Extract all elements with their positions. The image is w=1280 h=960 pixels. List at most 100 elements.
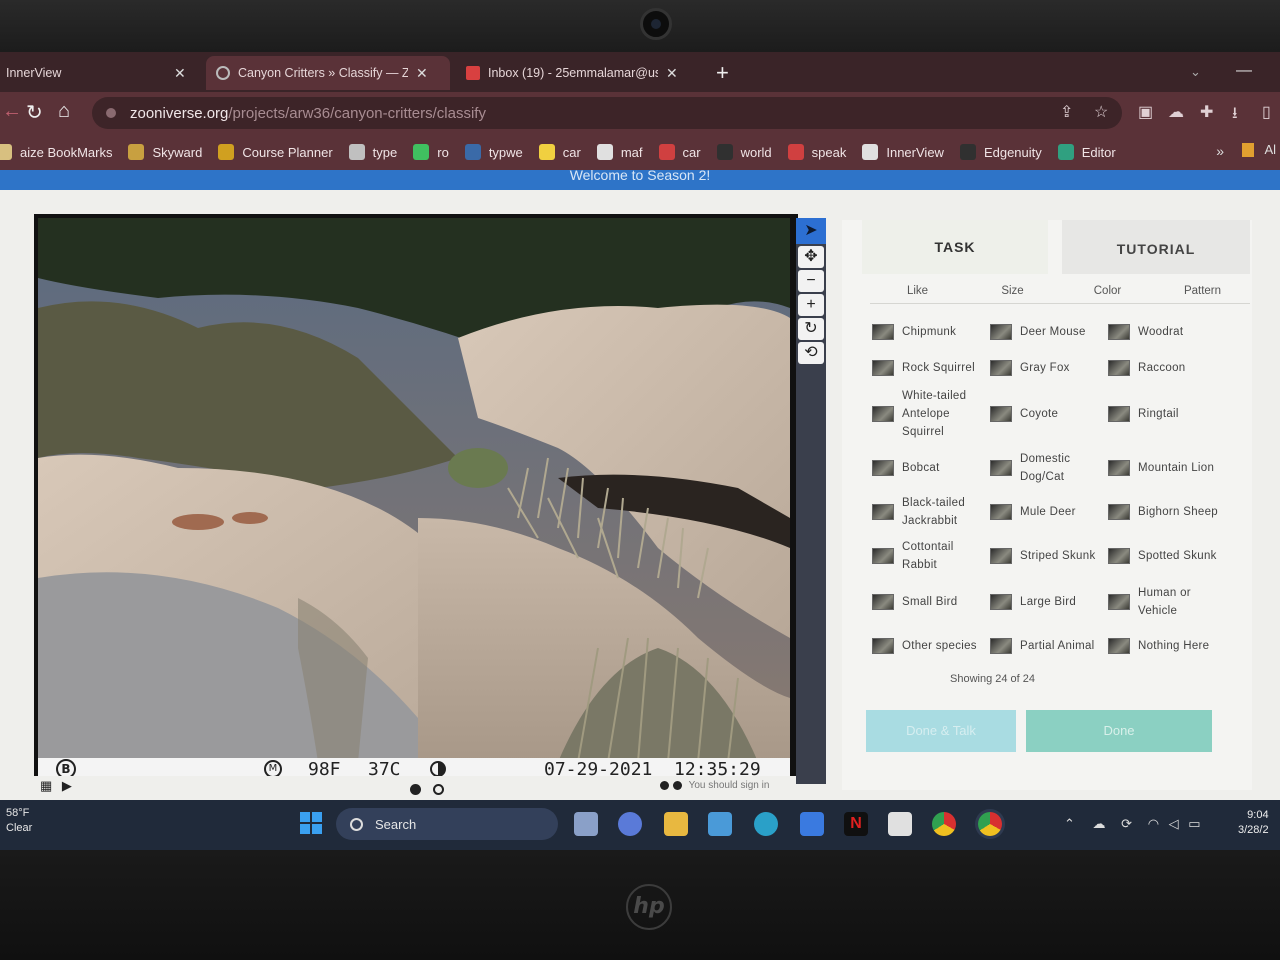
tab-search-icon[interactable]: ⌄ xyxy=(1190,64,1201,80)
address-bar[interactable]: zooniverse.org /projects/arw36/canyon-cr… xyxy=(92,97,1122,129)
rotate-tool[interactable]: ↻ xyxy=(798,318,824,340)
battery-icon[interactable]: ▭ xyxy=(1188,816,1200,831)
bookmark-item[interactable]: maf xyxy=(596,144,643,160)
reload-icon[interactable]: ↻ xyxy=(26,100,43,125)
species-option[interactable]: Ringtail xyxy=(1108,394,1226,434)
close-icon[interactable]: ✕ xyxy=(174,65,186,82)
species-option[interactable]: Nothing Here xyxy=(1108,626,1226,666)
task-view-icon[interactable] xyxy=(574,812,598,836)
species-option[interactable]: Bobcat xyxy=(872,448,990,488)
species-option[interactable]: Woodrat xyxy=(1108,312,1226,352)
home-icon[interactable]: ⌂ xyxy=(58,100,70,123)
species-option[interactable]: Chipmunk xyxy=(872,312,990,352)
pointer-tool[interactable]: ➤ xyxy=(798,220,824,242)
bookmark-item[interactable]: world xyxy=(716,144,772,160)
species-option[interactable]: Other species xyxy=(872,626,990,666)
cloud-icon[interactable]: ☁ xyxy=(1168,102,1184,122)
chrome-icon[interactable] xyxy=(932,812,956,836)
netflix-icon[interactable]: N xyxy=(844,812,868,836)
puzzle-icon[interactable]: ✚ xyxy=(1200,102,1213,122)
species-option[interactable]: Coyote xyxy=(990,394,1108,434)
bookmark-item[interactable]: InnerView xyxy=(862,144,944,160)
done-and-talk-button[interactable]: Done & Talk xyxy=(866,710,1016,752)
grid-icon[interactable]: ▦ xyxy=(40,778,52,793)
species-option[interactable]: Rock Squirrel xyxy=(872,348,990,388)
done-button[interactable]: Done xyxy=(1026,710,1212,752)
star-icon[interactable]: ☆ xyxy=(1094,102,1108,122)
extension-badge-icon[interactable]: ▣ xyxy=(1138,102,1153,122)
species-option[interactable]: Raccoon xyxy=(1108,348,1226,388)
bookmark-item[interactable]: ro xyxy=(413,144,449,160)
file-explorer-icon[interactable] xyxy=(664,812,688,836)
species-option[interactable]: Striped Skunk xyxy=(990,536,1108,576)
bookmark-item[interactable]: aize BookMarks xyxy=(0,144,112,160)
volume-icon[interactable]: ◁ xyxy=(1169,816,1179,831)
store-icon[interactable] xyxy=(708,812,732,836)
species-option[interactable]: Mountain Lion xyxy=(1108,448,1226,488)
minimize-icon[interactable]: — xyxy=(1236,62,1252,80)
trail-camera-photo[interactable] xyxy=(38,218,790,762)
tab-innerview[interactable]: InnerView ✕ xyxy=(0,56,196,90)
pagination-dot[interactable] xyxy=(433,784,445,795)
new-tab-button[interactable]: + xyxy=(716,60,729,86)
tab-task[interactable]: TASK xyxy=(862,220,1048,274)
reset-tool[interactable]: ⟲ xyxy=(798,342,824,364)
more-bookmarks-icon[interactable]: » xyxy=(1216,143,1224,159)
close-icon[interactable]: ✕ xyxy=(666,65,678,82)
zoom-in-tool[interactable]: + xyxy=(798,294,824,316)
docs-icon[interactable] xyxy=(800,812,824,836)
bookmark-item[interactable]: Edgenuity xyxy=(959,144,1042,160)
species-option[interactable]: White-tailed Antelope Squirrel xyxy=(872,390,990,438)
site-info-icon[interactable] xyxy=(106,108,116,118)
species-option[interactable]: Partial Animal xyxy=(990,626,1108,666)
onedrive-icon[interactable]: ☁ xyxy=(1093,816,1106,831)
tab-tutorial[interactable]: TUTORIAL xyxy=(1062,220,1250,274)
bookmark-item[interactable]: typwe xyxy=(464,144,523,160)
bookmark-item[interactable]: Editor xyxy=(1057,144,1116,160)
bookmark-item[interactable]: car xyxy=(658,144,701,160)
pagination-dot[interactable] xyxy=(410,784,421,795)
bookmark-item[interactable]: speak xyxy=(787,144,846,160)
filter-size[interactable]: Size xyxy=(965,278,1060,303)
windows-start-icon[interactable] xyxy=(300,812,322,834)
filter-color[interactable]: Color xyxy=(1060,278,1155,303)
species-option[interactable]: Small Bird xyxy=(872,582,990,622)
chrome-active-icon[interactable] xyxy=(978,812,1002,836)
species-option[interactable]: Domestic Dog/Cat xyxy=(990,448,1108,488)
species-option[interactable]: Spotted Skunk xyxy=(1108,536,1226,576)
download-icon[interactable]: ⭳ xyxy=(1232,102,1238,129)
all-bookmarks-button[interactable]: Al xyxy=(1242,142,1276,157)
filter-pattern[interactable]: Pattern xyxy=(1155,278,1250,303)
sync-icon[interactable]: ⟳ xyxy=(1121,816,1132,831)
tab-inbox[interactable]: Inbox (19) - 25emmalamar@us ✕ xyxy=(456,56,698,90)
species-option[interactable]: Bighorn Sheep xyxy=(1108,492,1226,532)
chevron-up-icon[interactable]: ⌃ xyxy=(1064,816,1075,831)
species-option[interactable]: Gray Fox xyxy=(990,348,1108,388)
chat-icon[interactable] xyxy=(618,812,642,836)
share-icon[interactable]: ⇪ xyxy=(1060,102,1073,122)
species-option[interactable]: Cottontail Rabbit xyxy=(872,536,990,576)
weather-widget[interactable]: 58°F Clear xyxy=(6,806,32,836)
play-icon[interactable]: ▶ xyxy=(62,778,72,793)
bookmark-item[interactable]: car xyxy=(538,144,581,160)
taskbar-clock[interactable]: 9:04 3/28/2 xyxy=(1238,808,1269,838)
species-option[interactable]: Deer Mouse xyxy=(990,312,1108,352)
filter-like[interactable]: Like xyxy=(870,278,965,303)
species-option[interactable]: Large Bird xyxy=(990,582,1108,622)
back-icon[interactable]: ← xyxy=(2,100,22,123)
species-option[interactable]: Black-tailed Jackrabbit xyxy=(872,492,990,532)
tab-canyon-critters[interactable]: Canyon Critters » Classify — Zooniverse … xyxy=(206,56,450,90)
close-icon[interactable]: ✕ xyxy=(416,65,428,82)
bookmark-item[interactable]: type xyxy=(348,144,397,160)
bookmark-item[interactable]: Skyward xyxy=(128,144,202,160)
taskbar-search[interactable]: Search xyxy=(336,808,558,840)
species-option[interactable]: Human or Vehicle xyxy=(1108,582,1226,622)
subject-viewer[interactable]: B M 98F 37C 07-29-2021 12:35:29 xyxy=(34,214,798,776)
bookmark-item[interactable]: Course Planner xyxy=(218,144,333,160)
roblox-icon[interactable] xyxy=(888,812,912,836)
species-option[interactable]: Mule Deer xyxy=(990,492,1108,532)
edge-icon[interactable] xyxy=(754,812,778,836)
move-tool[interactable]: ✥ xyxy=(798,246,824,268)
sidebar-icon[interactable]: ▯ xyxy=(1262,102,1271,122)
zoom-out-tool[interactable]: − xyxy=(798,270,824,292)
